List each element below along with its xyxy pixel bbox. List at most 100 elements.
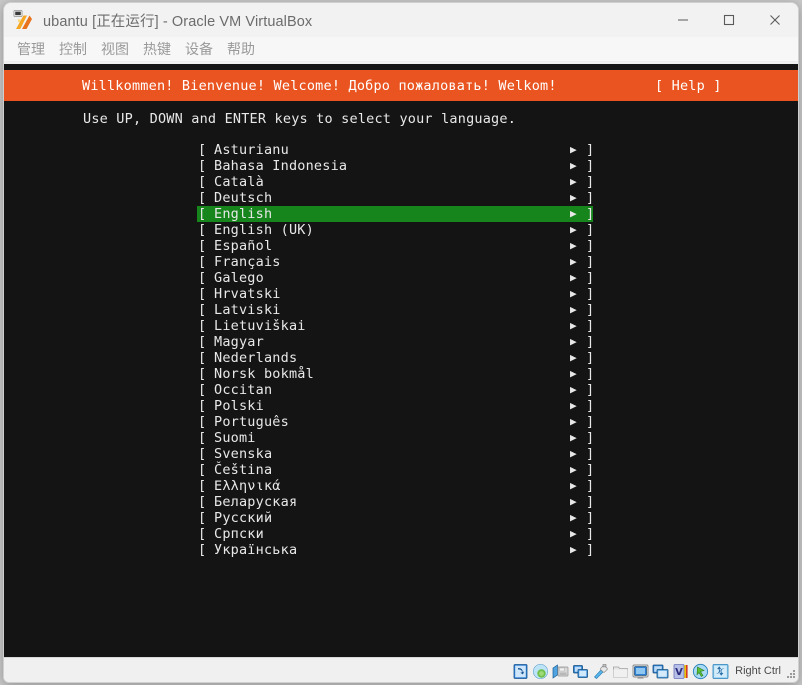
menu-item-view[interactable]: 视图 — [94, 37, 136, 62]
left-bracket: [ — [198, 366, 207, 382]
language-list-item[interactable]: [Nederlands ▶] — [4, 350, 798, 366]
mouse-integration-icon[interactable] — [692, 663, 709, 680]
optical-disk-icon[interactable] — [532, 663, 549, 680]
language-list-item[interactable]: [Hrvatski ▶] — [4, 286, 798, 302]
language-list-item[interactable]: [Русский ▶] — [4, 510, 798, 526]
right-bracket: ] — [586, 174, 595, 190]
window-controls — [660, 3, 798, 37]
menu-item-control[interactable]: 控制 — [52, 37, 94, 62]
left-bracket: [ — [198, 398, 207, 414]
language-list-item[interactable]: [Українська ▶] — [4, 542, 798, 558]
left-bracket: [ — [198, 478, 207, 494]
left-bracket: [ — [198, 270, 207, 286]
left-bracket: [ — [198, 446, 207, 462]
menu-item-devices[interactable]: 设备 — [178, 37, 220, 62]
keyboard-icon[interactable] — [712, 663, 729, 680]
language-list-item[interactable]: [Svenska ▶] — [4, 446, 798, 462]
language-label: Asturianu — [214, 142, 289, 158]
submenu-arrow-icon: ▶ — [570, 447, 577, 460]
language-label: Ελληνικά — [214, 478, 281, 494]
language-label: Deutsch — [214, 190, 273, 206]
right-bracket: ] — [586, 190, 595, 206]
left-bracket: [ — [198, 414, 207, 430]
usb-icon[interactable] — [592, 663, 609, 680]
right-bracket: ] — [586, 542, 595, 558]
language-list-item[interactable]: [Ελληνικά ▶] — [4, 478, 798, 494]
language-list-item[interactable]: [Lietuviškai ▶] — [4, 318, 798, 334]
maximize-icon[interactable] — [706, 3, 752, 37]
language-list-item[interactable]: [Српски ▶] — [4, 526, 798, 542]
language-list-item[interactable]: [Latviski ▶] — [4, 302, 798, 318]
language-list-item[interactable]: [Català ▶] — [4, 174, 798, 190]
language-list-item[interactable]: [Français ▶] — [4, 254, 798, 270]
submenu-arrow-icon: ▶ — [570, 303, 577, 316]
shared-folder-icon[interactable] — [612, 663, 629, 680]
menu-item-help[interactable]: 帮助 — [220, 37, 262, 62]
submenu-arrow-icon: ▶ — [570, 287, 577, 300]
terminal-surface: Willkommen! Bienvenue! Welcome! Добро по… — [4, 64, 798, 657]
left-bracket: [ — [198, 238, 207, 254]
virtualization-icon[interactable]: V — [672, 663, 689, 680]
help-button[interactable]: [ Help ] — [655, 78, 722, 94]
language-list-item[interactable]: [Polski ▶] — [4, 398, 798, 414]
left-bracket: [ — [198, 286, 207, 302]
left-bracket: [ — [198, 350, 207, 366]
language-label: Suomi — [214, 430, 256, 446]
language-list-item[interactable]: [English (UK) ▶] — [4, 222, 798, 238]
language-list-item[interactable]: [Português ▶] — [4, 414, 798, 430]
network-icon[interactable] — [572, 663, 589, 680]
minimize-icon[interactable] — [660, 3, 706, 37]
language-list-item[interactable]: [Deutsch ▶] — [4, 190, 798, 206]
menu-item-manage[interactable]: 管理 — [10, 37, 52, 62]
language-list-item[interactable]: [Bahasa Indonesia ▶] — [4, 158, 798, 174]
submenu-arrow-icon: ▶ — [570, 223, 577, 236]
language-list-item[interactable]: [Norsk bokmål ▶] — [4, 366, 798, 382]
submenu-arrow-icon: ▶ — [570, 527, 577, 540]
language-list-item[interactable]: [Galego ▶] — [4, 270, 798, 286]
submenu-arrow-icon: ▶ — [570, 143, 577, 156]
submenu-arrow-icon: ▶ — [570, 479, 577, 492]
right-bracket: ] — [586, 494, 595, 510]
submenu-arrow-icon: ▶ — [570, 463, 577, 476]
floppy-disk-icon[interactable] — [552, 663, 569, 680]
language-list-item[interactable]: [Asturianu ▶] — [4, 142, 798, 158]
left-bracket: [ — [198, 174, 207, 190]
right-bracket: ] — [586, 286, 595, 302]
language-list-item[interactable]: [Suomi ▶] — [4, 430, 798, 446]
menu-item-hotkey[interactable]: 热键 — [136, 37, 178, 62]
hard-disk-icon[interactable] — [512, 663, 529, 680]
vm-screen[interactable]: Willkommen! Bienvenue! Welcome! Добро по… — [4, 64, 798, 657]
display-icon[interactable] — [632, 663, 649, 680]
language-label: Čeština — [214, 462, 273, 478]
svg-text:V: V — [675, 667, 683, 678]
left-bracket: [ — [198, 494, 207, 510]
left-bracket: [ — [198, 382, 207, 398]
language-list-item[interactable]: [English ▶] — [4, 206, 798, 222]
submenu-arrow-icon: ▶ — [570, 351, 577, 364]
instruction-text: Use UP, DOWN and ENTER keys to select yo… — [83, 111, 517, 127]
language-list-item[interactable]: [Čeština ▶] — [4, 462, 798, 478]
right-bracket: ] — [586, 382, 595, 398]
language-list-item[interactable]: [Magyar ▶] — [4, 334, 798, 350]
submenu-arrow-icon: ▶ — [570, 367, 577, 380]
language-label: Español — [214, 238, 273, 254]
submenu-arrow-icon: ▶ — [570, 543, 577, 556]
right-bracket: ] — [586, 158, 595, 174]
language-label: Galego — [214, 270, 264, 286]
right-bracket: ] — [586, 350, 595, 366]
close-icon[interactable] — [752, 3, 798, 37]
language-list-item[interactable]: [Occitan ▶] — [4, 382, 798, 398]
submenu-arrow-icon: ▶ — [570, 191, 577, 204]
recording-icon[interactable] — [652, 663, 669, 680]
status-bar: V Right Ctrl — [4, 657, 798, 682]
resize-grip[interactable] — [786, 669, 796, 679]
language-list-item[interactable]: [Беларуская ▶] — [4, 494, 798, 510]
language-label: English (UK) — [214, 222, 314, 238]
right-bracket: ] — [586, 414, 595, 430]
language-label: Magyar — [214, 334, 264, 350]
language-label: Lietuviškai — [214, 318, 306, 334]
submenu-arrow-icon: ▶ — [570, 383, 577, 396]
language-list-item[interactable]: [Español ▶] — [4, 238, 798, 254]
language-label: Latviski — [214, 302, 281, 318]
language-list: [Asturianu ▶] [Bahasa Indonesia ▶] [Català ▶]… — [4, 142, 798, 558]
